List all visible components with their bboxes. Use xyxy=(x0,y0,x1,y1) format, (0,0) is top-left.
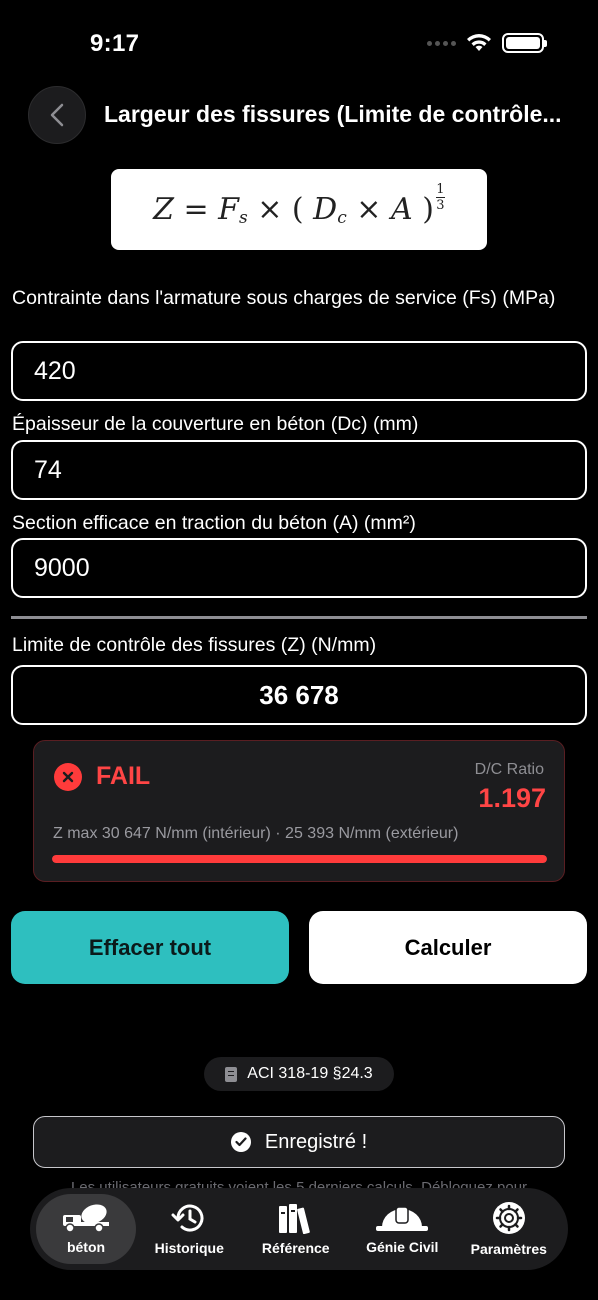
tab-historique[interactable]: Historique xyxy=(136,1194,243,1264)
code-reference-label: ACI 318-19 §24.3 xyxy=(247,1065,373,1082)
document-icon xyxy=(225,1066,238,1082)
battery-icon xyxy=(502,33,547,53)
calculate-button[interactable]: Calculer xyxy=(309,911,587,984)
tab-beton-label: béton xyxy=(66,1239,106,1255)
tab-parametres-label: Paramètres xyxy=(470,1241,547,1257)
result-label: Limite de contrôle des fissures (Z) (N/m… xyxy=(12,634,377,656)
tab-genie-civil-label: Génie Civil xyxy=(366,1239,439,1255)
dc-label: Épaisseur de la couverture en béton (Dc)… xyxy=(12,413,419,435)
tab-reference[interactable]: Référence xyxy=(243,1194,350,1264)
saved-toast: Enregistré ! xyxy=(33,1116,565,1168)
zmax-text: Z max 30 647 N/mm (intérieur) · 25 393 N… xyxy=(53,825,459,842)
saved-toast-label: Enregistré ! xyxy=(264,1130,368,1153)
gear-icon xyxy=(492,1202,525,1234)
checkmark-icon xyxy=(230,1132,251,1152)
status-icons xyxy=(427,33,547,53)
fs-input[interactable]: 420 xyxy=(11,341,587,401)
dc-ratio-label: D/C Ratio xyxy=(474,761,544,778)
check-status: FAIL xyxy=(96,762,151,790)
dc-ratio-bar xyxy=(52,855,547,863)
tab-bar: béton Historique Référence Génie Civil P… xyxy=(30,1188,568,1270)
tab-beton[interactable]: béton xyxy=(36,1194,136,1264)
code-reference-pill[interactable]: ACI 318-19 §24.3 xyxy=(204,1057,394,1091)
concrete-mixer-icon xyxy=(63,1204,109,1233)
tab-reference-label: Référence xyxy=(261,1240,330,1256)
error-icon xyxy=(54,763,82,791)
page-title: Largeur des fissures (Limite de contrôle… xyxy=(104,101,562,127)
status-time: 9:17 xyxy=(90,30,140,57)
clear-all-button[interactable]: Effacer tout xyxy=(11,911,289,984)
fs-label: Contrainte dans l'armature sous charges … xyxy=(12,287,556,309)
check-result-card: FAIL D/C Ratio 1.197 Z max 30 647 N/mm (… xyxy=(33,740,565,882)
formula-image: Z = Fs × ( Dc × A ) 1 3 xyxy=(111,169,487,250)
dc-input[interactable]: 74 xyxy=(11,440,587,500)
history-icon xyxy=(171,1204,204,1232)
wifi-icon xyxy=(467,34,491,51)
back-button[interactable] xyxy=(28,86,86,144)
area-input[interactable]: 9000 xyxy=(11,538,587,598)
tab-genie-civil[interactable]: Génie Civil xyxy=(349,1194,456,1264)
area-label: Section efficace en traction du béton (A… xyxy=(12,512,416,534)
dc-ratio-bar-fill xyxy=(52,855,547,863)
tab-historique-label: Historique xyxy=(154,1240,224,1256)
divider xyxy=(11,616,587,619)
dc-ratio-value: 1.197 xyxy=(478,783,546,813)
tab-parametres[interactable]: Paramètres xyxy=(456,1194,563,1264)
result-value: 36 678 xyxy=(11,665,587,725)
hard-hat-icon xyxy=(376,1206,429,1231)
cellular-signal-icon xyxy=(427,40,456,46)
books-icon xyxy=(278,1204,310,1234)
chevron-left-icon xyxy=(50,103,64,127)
